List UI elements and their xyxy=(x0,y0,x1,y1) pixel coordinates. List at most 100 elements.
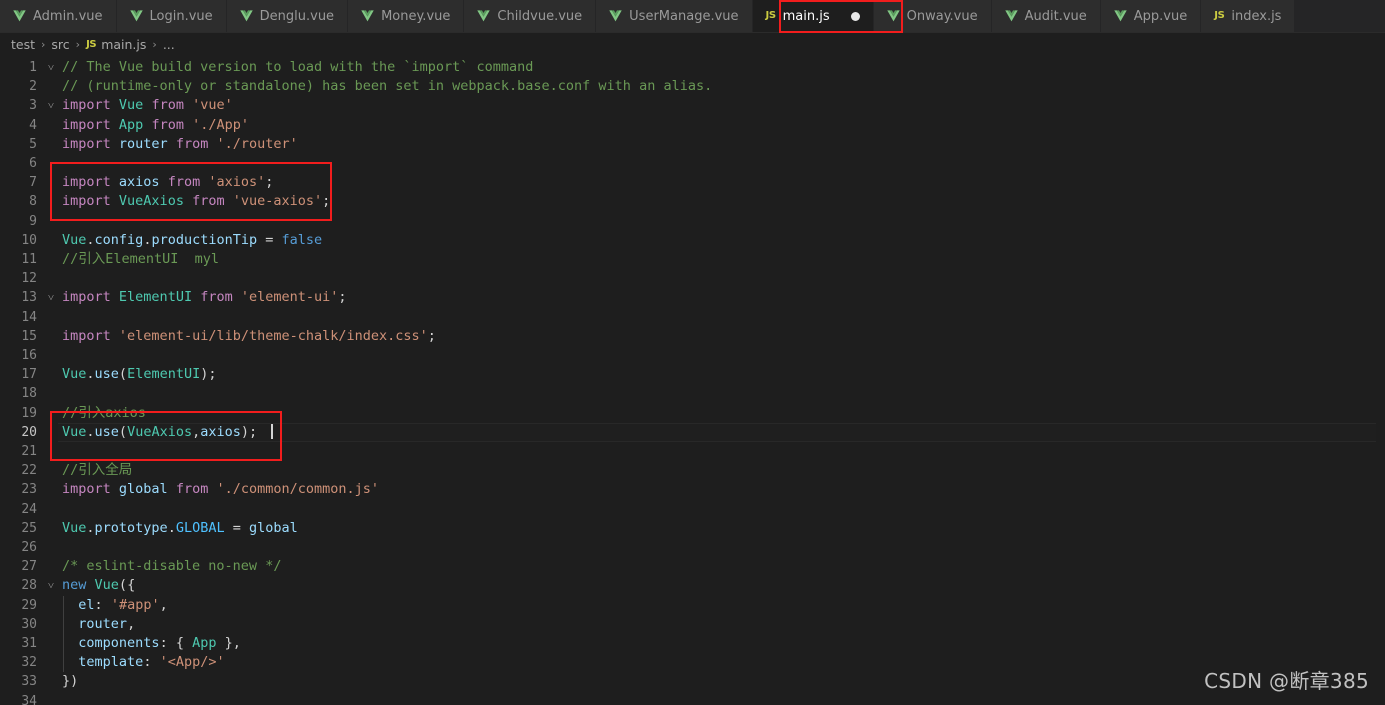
code-line[interactable]: 26 xyxy=(0,538,1385,557)
editor-tab-onway-vue[interactable]: Onway.vue xyxy=(873,0,992,32)
line-number: 19 xyxy=(21,405,37,421)
breadcrumb-item[interactable]: test xyxy=(11,37,35,52)
tab-label: Onway.vue xyxy=(906,8,978,24)
code-line[interactable]: 33}) xyxy=(0,672,1385,691)
code-line-text: //引入ElementUI myl xyxy=(62,251,220,267)
editor-tab-audit-vue[interactable]: Audit.vue xyxy=(991,0,1101,32)
code-line-text: /* eslint-disable no-new */ xyxy=(62,558,282,575)
editor-tab-admin-vue[interactable]: Admin.vue xyxy=(0,0,117,32)
chevron-down-fold-icon[interactable]: ˅ xyxy=(44,58,58,77)
breadcrumb-item[interactable]: ... xyxy=(163,37,175,52)
line-number: 32 xyxy=(21,655,37,671)
code-line[interactable]: 10 Vue.config.productionTip = false xyxy=(0,231,1385,250)
code-line[interactable]: 17 Vue.use(ElementUI); xyxy=(0,365,1385,384)
code-line-text: import axios from 'axios'; xyxy=(62,174,274,191)
tab-label: Childvue.vue xyxy=(497,8,583,24)
tab-label: Admin.vue xyxy=(33,8,103,24)
code-line[interactable]: 34 xyxy=(0,692,1385,705)
code-line[interactable]: 13 ˅ import ElementUI from 'element-ui'; xyxy=(0,288,1385,307)
tab-label: App.vue xyxy=(1133,8,1188,24)
vue-icon xyxy=(129,10,143,22)
vue-icon xyxy=(361,10,374,22)
code-line[interactable]: 8 import VueAxios from 'vue-axios'; xyxy=(0,192,1385,211)
chevron-down-fold-icon[interactable]: ˅ xyxy=(44,576,58,595)
vue-icon xyxy=(609,10,622,22)
line-number: 12 xyxy=(21,271,37,287)
line-number: 16 xyxy=(21,348,37,363)
code-line[interactable]: 22 //引入全局 xyxy=(0,461,1385,480)
chevron-down-fold-icon[interactable]: ˅ xyxy=(44,96,58,115)
line-number: 17 xyxy=(21,367,37,383)
code-line-text: // The Vue build version to load with th… xyxy=(62,59,534,75)
tab-label: Denglu.vue xyxy=(259,8,335,24)
line-number: 21 xyxy=(21,444,37,459)
code-line[interactable]: 25 Vue.prototype.GLOBAL = global xyxy=(0,519,1385,538)
code-editor[interactable]: 1 ˅// The Vue build version to load with … xyxy=(0,55,1385,705)
code-line-text: //引入axios xyxy=(62,404,146,421)
code-line[interactable]: 4 import App from './App' xyxy=(0,116,1385,135)
code-line[interactable]: 29 el: '#app', xyxy=(0,596,1385,615)
code-line-text: }) xyxy=(62,673,79,690)
code-line[interactable]: 9 xyxy=(0,212,1385,231)
chevron-right-icon: › xyxy=(152,37,157,51)
vue-icon xyxy=(1004,10,1018,22)
vscode-window: Admin.vue Login.vue Denglu.vue Money.vue Chi… xyxy=(0,0,1385,705)
code-line[interactable]: 14 xyxy=(0,308,1385,327)
code-line[interactable]: 3 ˅ import Vue from 'vue' xyxy=(0,96,1385,115)
text-cursor xyxy=(271,423,273,439)
tab-label: index.js xyxy=(1231,8,1282,24)
code-line[interactable]: 5 import router from './router' xyxy=(0,135,1385,154)
tab-label: Login.vue xyxy=(149,8,213,24)
code-line[interactable]: 31 components: { App }, xyxy=(0,634,1385,653)
breadcrumb-item[interactable]: main.js xyxy=(101,37,146,52)
code-line[interactable]: 24 xyxy=(0,500,1385,519)
chevron-down-fold-icon[interactable]: ˅ xyxy=(44,288,58,307)
code-line-text: import VueAxios from 'vue-axios'; xyxy=(62,193,331,210)
line-number: 3 xyxy=(29,98,37,114)
editor-tab-login-vue[interactable]: Login.vue xyxy=(116,0,227,32)
editor-tab-app-vue[interactable]: App.vue xyxy=(1100,0,1202,32)
code-line[interactable]: 7 import axios from 'axios'; xyxy=(0,173,1385,192)
code-line[interactable]: 21 xyxy=(0,442,1385,461)
editor-tab-usermanage-vue[interactable]: UserManage.vue xyxy=(596,0,753,32)
code-line[interactable]: 16 xyxy=(0,346,1385,365)
line-number: 9 xyxy=(29,213,37,229)
code-line-text: router, xyxy=(78,615,136,632)
tab-label: Money.vue xyxy=(381,8,451,24)
code-line[interactable]: 28 ˅ new Vue({ xyxy=(0,576,1385,595)
code-line-text: import Vue from 'vue' xyxy=(62,97,233,114)
code-line[interactable]: 30 router, xyxy=(0,615,1385,634)
code-line[interactable]: 11 //引入ElementUI myl xyxy=(0,250,1385,269)
code-line[interactable]: 27 /* eslint-disable no-new */ xyxy=(0,557,1385,576)
vue-icon xyxy=(239,10,253,22)
line-number: 33 xyxy=(21,674,37,690)
code-line[interactable]: 19 //引入axios xyxy=(0,404,1385,423)
editor-tab-index-js[interactable]: JS index.js xyxy=(1201,0,1296,32)
breadcrumb-item[interactable]: src xyxy=(51,37,69,52)
line-number: 29 xyxy=(21,597,37,613)
code-line[interactable]: 23 import global from './common/common.js… xyxy=(0,480,1385,499)
code-line[interactable]: 32 template: '<App/>' xyxy=(0,653,1385,672)
line-number: 26 xyxy=(21,540,37,555)
line-number: 4 xyxy=(29,117,37,133)
line-number: 10 xyxy=(21,232,37,248)
code-line[interactable]: 2 // (runtime-only or standalone) has bee… xyxy=(0,77,1385,96)
code-line[interactable]: 20 Vue.use(VueAxios,axios); xyxy=(0,423,1385,442)
editor-tab-childvue-vue[interactable]: Childvue.vue xyxy=(464,0,597,32)
code-line[interactable]: 18 xyxy=(0,384,1385,403)
editor-tab-main-js[interactable]: JS main.js xyxy=(752,0,874,32)
code-line[interactable]: 15 import 'element-ui/lib/theme-chalk/ind… xyxy=(0,327,1385,346)
line-number: 22 xyxy=(21,463,37,479)
code-line[interactable]: 1 ˅// The Vue build version to load with … xyxy=(0,58,1385,77)
csdn-watermark: CSDN @断章385 xyxy=(1204,669,1369,693)
line-number: 5 xyxy=(29,136,37,152)
vue-icon xyxy=(13,10,26,22)
unsaved-indicator-dot[interactable] xyxy=(850,11,860,21)
code-line-text: import 'element-ui/lib/theme-chalk/index… xyxy=(62,327,436,344)
breadcrumb[interactable]: test › src › JS main.js ›... xyxy=(0,33,1385,55)
code-line[interactable]: 12 xyxy=(0,269,1385,288)
editor-tab-denglu-vue[interactable]: Denglu.vue xyxy=(226,0,349,32)
code-line[interactable]: 6 xyxy=(0,154,1385,173)
editor-tab-money-vue[interactable]: Money.vue xyxy=(348,0,465,32)
line-number: 24 xyxy=(21,501,37,517)
